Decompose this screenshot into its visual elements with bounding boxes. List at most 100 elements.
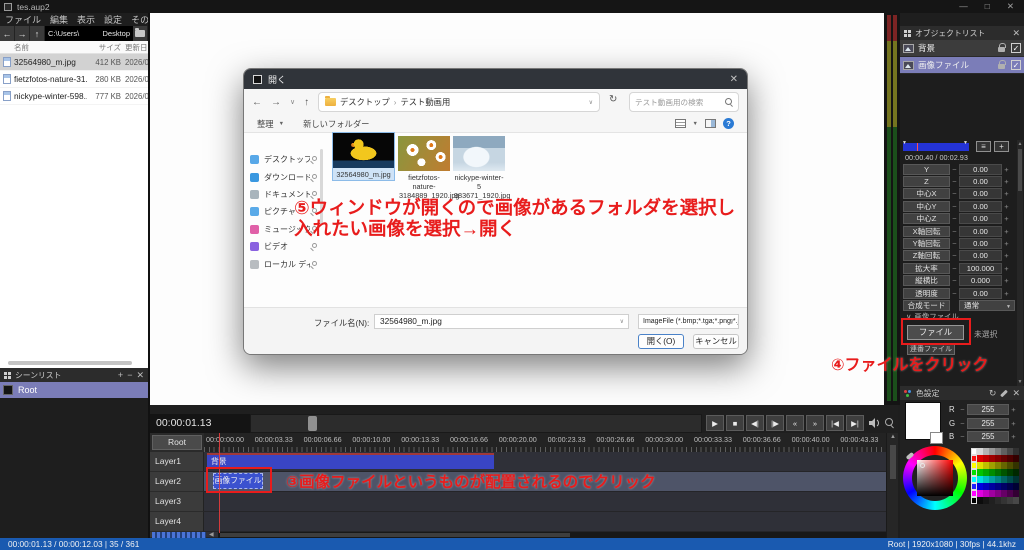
property-label[interactable]: Y: [903, 164, 950, 175]
close-button[interactable]: ✕: [1007, 0, 1014, 13]
time-ruler[interactable]: 00:00:00.0000:00:03.3300:00:06.6600:00:1…: [204, 433, 886, 452]
increment-icon[interactable]: +: [1009, 405, 1018, 414]
property-label[interactable]: X軸回転: [903, 226, 950, 237]
to-end-button[interactable]: ▶|: [846, 415, 864, 431]
decrement-icon[interactable]: −: [958, 419, 967, 428]
scene-item-root[interactable]: Root: [0, 382, 148, 398]
eyedropper-icon[interactable]: [1001, 389, 1009, 397]
column-name[interactable]: 名前: [0, 42, 87, 53]
scroll-up-icon[interactable]: ▲: [887, 434, 899, 440]
decrement-icon[interactable]: −: [950, 165, 959, 174]
property-value[interactable]: 0.00: [959, 188, 1002, 199]
list-menu-button[interactable]: ≡: [976, 141, 991, 152]
decrement-icon[interactable]: −: [950, 214, 959, 223]
layer-track[interactable]: 背景: [204, 452, 886, 472]
filename-input[interactable]: 32564980_m.jpg ∨: [374, 314, 629, 329]
file-thumbnail[interactable]: 32564980_m.jpg: [333, 133, 394, 180]
path-field[interactable]: C:\Users\ Desktop: [45, 26, 133, 41]
palette-swatch[interactable]: [1013, 483, 1019, 490]
breadcrumb-item[interactable]: デスクトップ: [340, 96, 390, 108]
speaker-icon[interactable]: [869, 418, 881, 428]
forward-button[interactable]: →: [15, 26, 30, 41]
blend-mode-select[interactable]: 通常▼: [959, 300, 1015, 311]
close-icon[interactable]: ✕: [1012, 27, 1020, 40]
property-label[interactable]: Y軸回転: [903, 238, 950, 249]
object-item[interactable]: 背景✓: [900, 40, 1024, 57]
decrement-icon[interactable]: −: [958, 432, 967, 441]
preview-pane-icon[interactable]: [705, 119, 716, 128]
scroll-up-icon[interactable]: ▲: [1017, 141, 1023, 147]
decrement-icon[interactable]: −: [950, 251, 959, 260]
dialog-close-button[interactable]: ✕: [730, 74, 738, 85]
decrement-icon[interactable]: −: [950, 289, 959, 298]
palette-swatch[interactable]: [1013, 476, 1019, 483]
increment-icon[interactable]: +: [1002, 289, 1011, 298]
decrement-icon[interactable]: −: [950, 276, 959, 285]
layer-track[interactable]: [204, 492, 886, 512]
decrement-icon[interactable]: −: [950, 177, 959, 186]
property-value[interactable]: 0.00: [959, 226, 1002, 237]
visibility-checkbox[interactable]: ✓: [1011, 60, 1021, 70]
object-item[interactable]: 画像ファイル✓: [900, 57, 1024, 74]
timeline-vertical-scrollbar[interactable]: ▲: [886, 433, 898, 538]
trackbar-end-marker[interactable]: ▼: [963, 140, 968, 146]
add-scene-button[interactable]: +: [118, 369, 123, 382]
property-value[interactable]: 100.000: [959, 263, 1002, 274]
sidebar-item[interactable]: デスクトップ: [244, 151, 320, 168]
increment-icon[interactable]: +: [1002, 251, 1011, 260]
decrement-icon[interactable]: −: [950, 239, 959, 248]
layer-label[interactable]: Layer4: [150, 512, 204, 532]
decrement-icon[interactable]: −: [958, 405, 967, 414]
close-panel-icon[interactable]: ✕: [136, 369, 144, 382]
channel-value[interactable]: 255: [967, 431, 1009, 442]
layer-label[interactable]: Layer2: [150, 472, 204, 492]
property-label[interactable]: 中心X: [903, 188, 950, 199]
scrollbar-thumb[interactable]: [890, 445, 896, 479]
increment-icon[interactable]: +: [1002, 189, 1011, 198]
property-label[interactable]: 透明度: [903, 288, 950, 299]
file-row[interactable]: nickype-winter-598...777 KB2026/0: [0, 88, 148, 105]
decrement-icon[interactable]: −: [950, 227, 959, 236]
lock-icon[interactable]: [998, 47, 1005, 52]
property-value[interactable]: 0.00: [959, 201, 1002, 212]
increment-icon[interactable]: +: [1002, 177, 1011, 186]
prev-frame-button[interactable]: ◀|: [746, 415, 764, 431]
file-row[interactable]: 32564980_m.jpg412 KB2026/0: [0, 54, 148, 71]
property-value[interactable]: 0.00: [959, 164, 1002, 175]
property-value[interactable]: 0.00: [959, 238, 1002, 249]
saturation-marker[interactable]: [920, 463, 925, 468]
increment-icon[interactable]: +: [1002, 227, 1011, 236]
palette-swatch[interactable]: [1013, 455, 1019, 462]
add-effect-button[interactable]: +: [994, 141, 1009, 152]
forward-button[interactable]: →: [271, 97, 281, 108]
property-label[interactable]: 中心Y: [903, 201, 950, 212]
layer-label[interactable]: Layer3: [150, 492, 204, 512]
decrement-icon[interactable]: −: [950, 189, 959, 198]
seek-handle[interactable]: [308, 416, 317, 431]
increment-icon[interactable]: +: [1009, 432, 1018, 441]
increment-icon[interactable]: +: [1002, 264, 1011, 273]
increment-icon[interactable]: +: [1002, 239, 1011, 248]
back-button[interactable]: ←: [0, 26, 15, 41]
next-frame-button[interactable]: |▶: [766, 415, 784, 431]
layer-label[interactable]: Layer1: [150, 452, 204, 472]
maximize-button[interactable]: □: [985, 0, 990, 13]
trackbar[interactable]: [903, 143, 969, 151]
increment-icon[interactable]: +: [1002, 165, 1011, 174]
open-button[interactable]: 開く(O): [638, 334, 684, 349]
remove-scene-button[interactable]: −: [127, 369, 132, 382]
sidebar-item[interactable]: ローカル ディスク (C: [244, 255, 320, 272]
scrollbar-thumb[interactable]: [220, 533, 570, 537]
file-row[interactable]: fietzfotos-nature-31...280 KB2026/0: [0, 71, 148, 88]
property-label[interactable]: Z軸回転: [903, 250, 950, 261]
file-thumbnail[interactable]: fietzfotos-nature-3184889_1920.jpg: [398, 136, 450, 201]
scroll-down-icon[interactable]: ▼: [1017, 379, 1023, 385]
property-value[interactable]: 0.00: [959, 213, 1002, 224]
menu-item[interactable]: 設定: [104, 13, 122, 26]
palette-swatch[interactable]: [1013, 490, 1019, 497]
increment-icon[interactable]: +: [1002, 202, 1011, 211]
menu-item[interactable]: 編集: [50, 13, 68, 26]
palette-swatch[interactable]: [1013, 448, 1019, 455]
file-type-select[interactable]: ImageFile (*.bmp;*.tga;*.png;*.j ∨: [638, 314, 739, 329]
back-button[interactable]: ←: [252, 97, 262, 108]
